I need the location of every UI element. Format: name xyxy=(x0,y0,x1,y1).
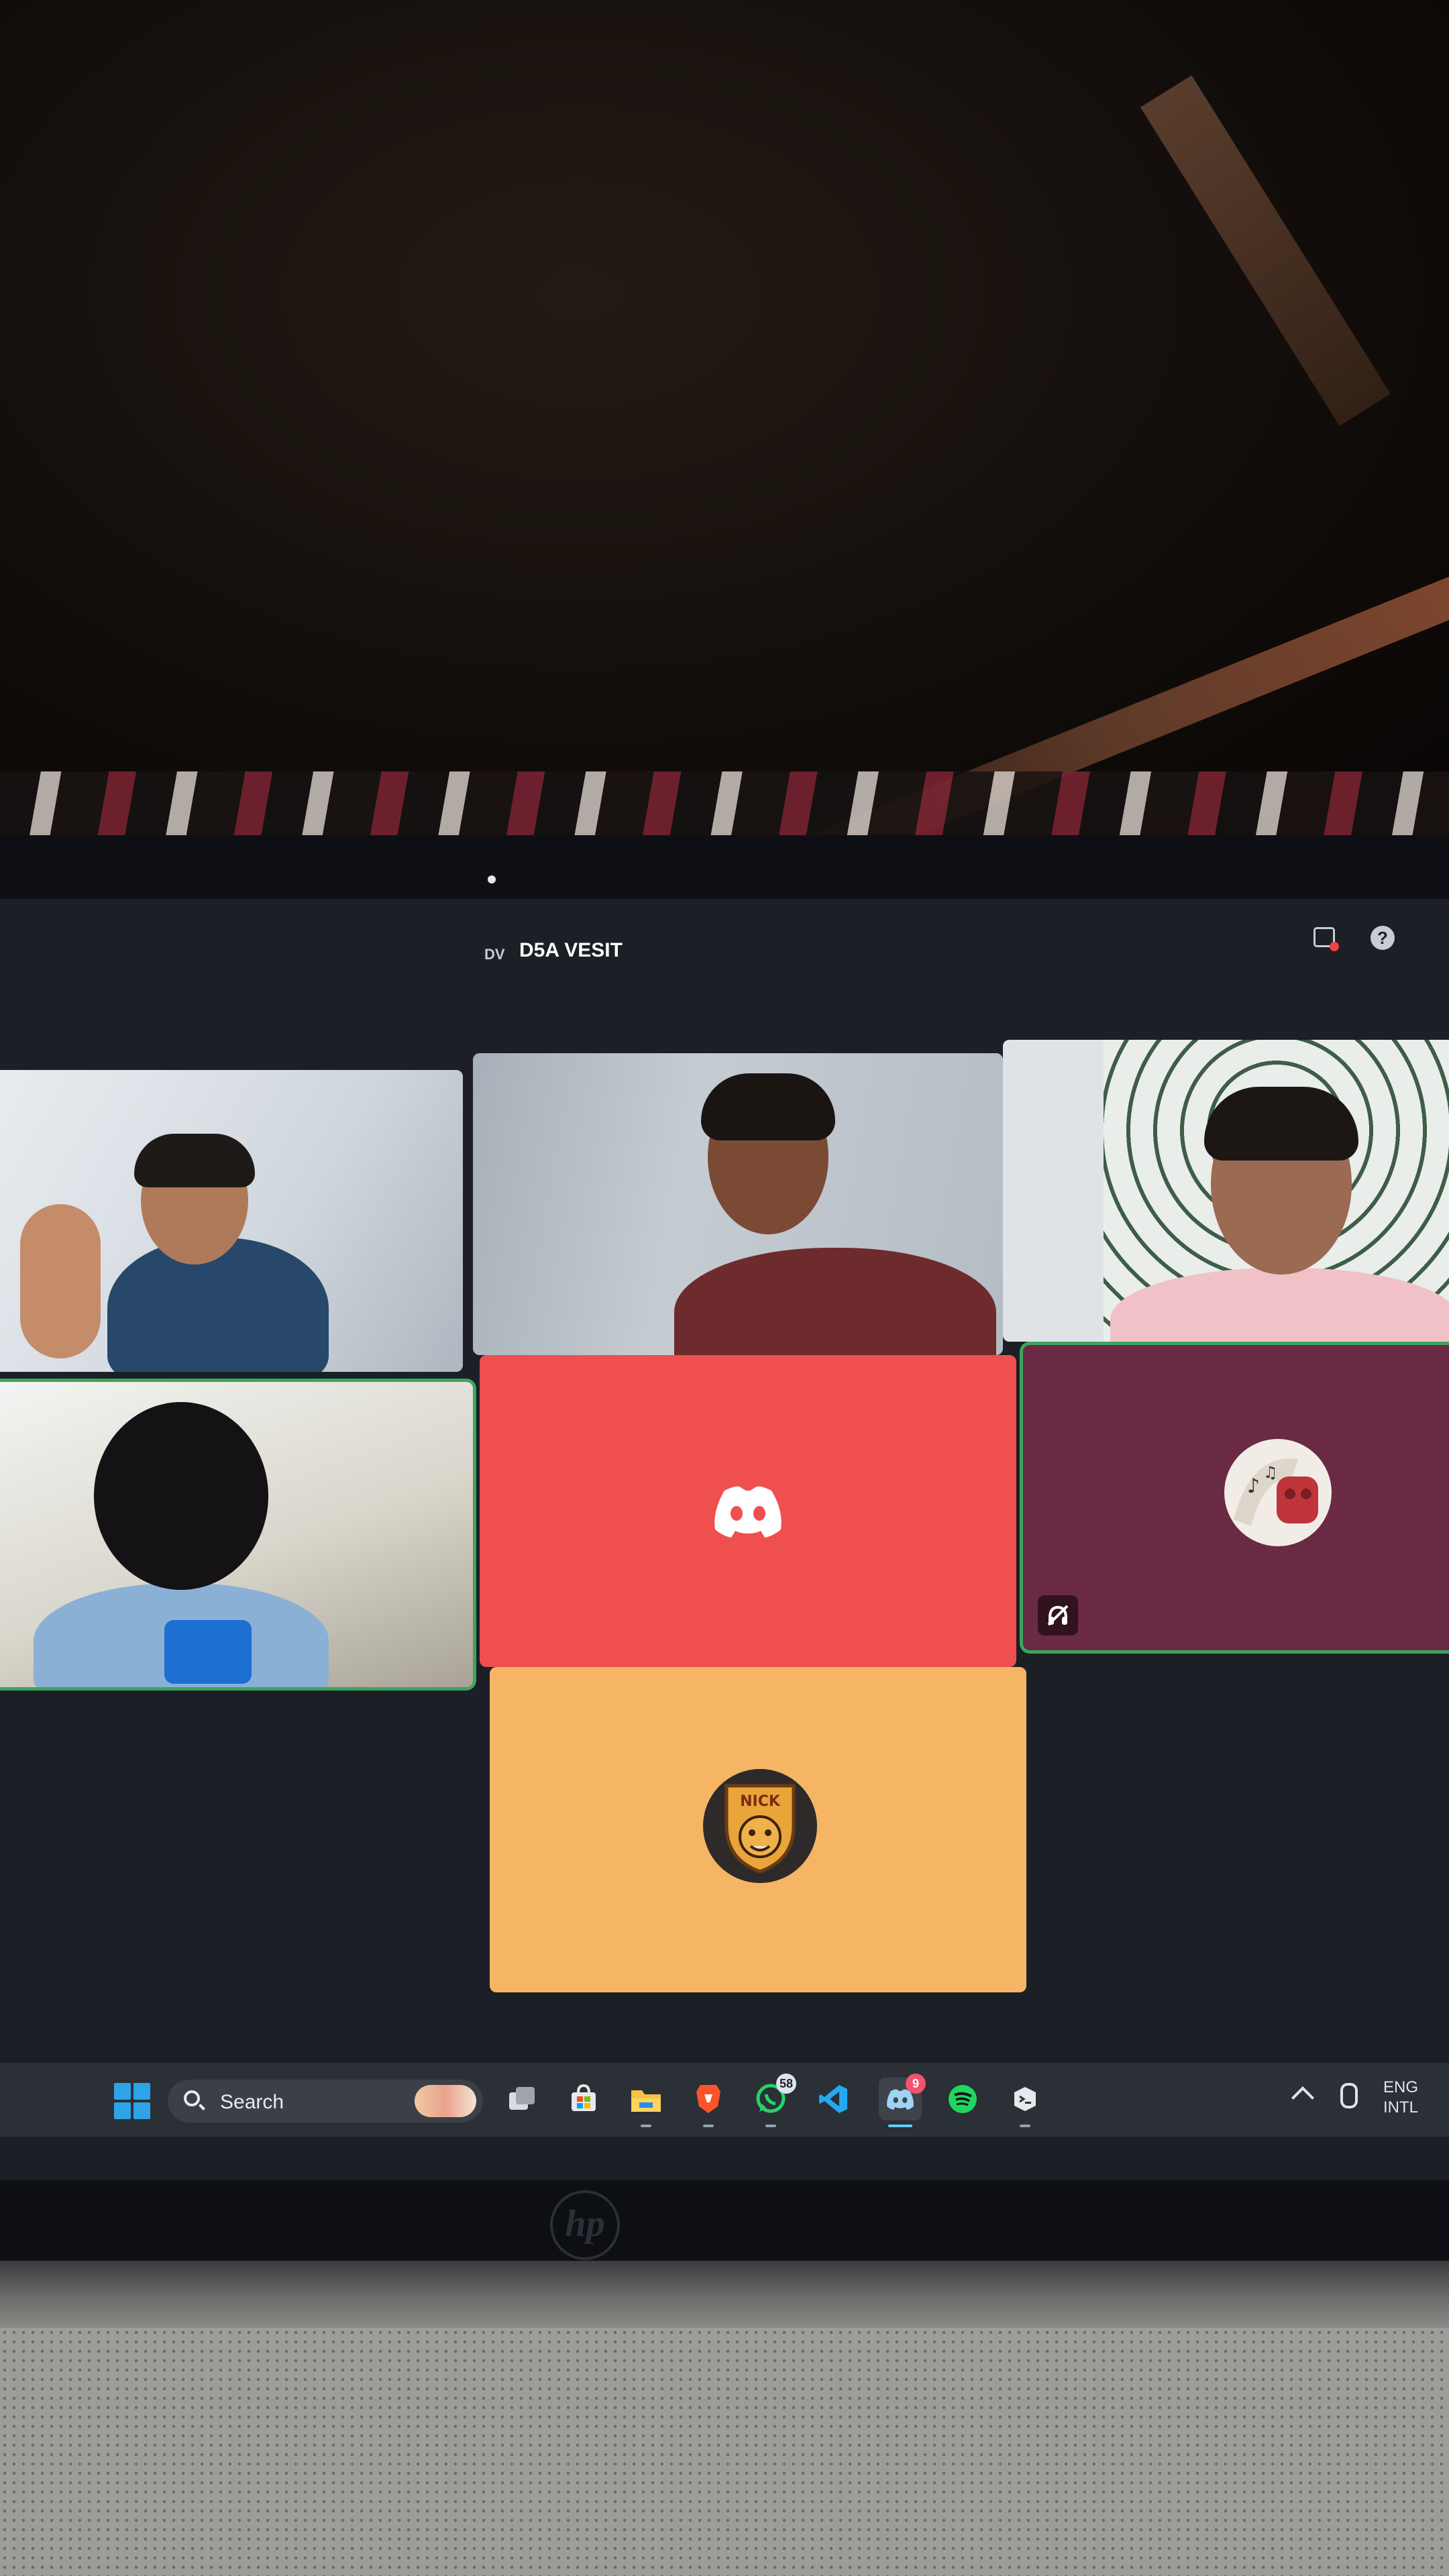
deafened-indicator xyxy=(1038,1595,1078,1635)
participant-hair xyxy=(134,1134,255,1187)
windows-start-icon[interactable] xyxy=(114,2083,150,2119)
discord-app-icon[interactable]: 9 xyxy=(879,2074,926,2127)
running-indicator xyxy=(1020,2125,1030,2127)
phone-in-hand xyxy=(164,1620,252,1684)
running-indicator xyxy=(765,2125,776,2127)
language-code: ENG xyxy=(1383,2078,1419,2096)
input-language-indicator[interactable]: ENG INTL xyxy=(1383,2078,1418,2118)
taskbar-search[interactable]: Search xyxy=(168,2080,483,2123)
discord-call-window: DV D5A VESIT ? ♪ ♫ NICK Search 58 9 ENG … xyxy=(0,899,1449,2180)
background-plank xyxy=(1140,75,1391,426)
running-indicator xyxy=(703,2125,714,2127)
brave-browser-icon[interactable] xyxy=(687,2078,730,2127)
discord-logo-icon xyxy=(714,1486,782,1538)
svg-text:♪: ♪ xyxy=(1247,1474,1260,1498)
server-badge: DV xyxy=(484,946,505,963)
laptop-speaker-grille xyxy=(0,2328,1449,2576)
music-avatar-art: ♪ ♫ xyxy=(1234,1458,1318,1526)
webcam-light xyxy=(488,875,496,883)
running-indicator xyxy=(888,2125,912,2127)
tiger-avatar-icon: NICK xyxy=(703,1769,817,1883)
svg-text:♫: ♫ xyxy=(1263,1463,1278,1482)
microsoft-store-icon[interactable] xyxy=(562,2078,605,2121)
unread-badge: 9 xyxy=(906,2074,926,2094)
whatsapp-icon[interactable]: 58 xyxy=(749,2074,796,2127)
music-avatar-icon: ♪ ♫ xyxy=(1224,1439,1332,1546)
start-icon-pane xyxy=(133,2083,150,2100)
background-room xyxy=(0,0,1449,888)
participant-tile-avatar-music[interactable]: ♪ ♫ xyxy=(1023,1345,1449,1650)
server-name: D5A VESIT xyxy=(519,939,623,961)
camera-feed-wall xyxy=(1003,1040,1104,1342)
help-icon[interactable]: ? xyxy=(1371,926,1395,950)
microphone-icon[interactable] xyxy=(1340,2083,1358,2108)
participant-tile-camera-2[interactable] xyxy=(473,1053,1003,1355)
search-highlight-image xyxy=(415,2085,476,2117)
participant-tile-camera-1[interactable] xyxy=(0,1070,463,1372)
start-icon-pane xyxy=(114,2083,131,2100)
participant-tile-camera-3[interactable] xyxy=(1003,1040,1449,1342)
participant-hair xyxy=(701,1073,835,1140)
search-label: Search xyxy=(220,2091,284,2113)
vs-code-icon[interactable] xyxy=(812,2078,855,2121)
laptop-hinge xyxy=(0,2261,1449,2328)
tiger-shield-icon: NICK xyxy=(724,1784,796,1873)
avatar-text: NICK xyxy=(740,1793,781,1810)
call-header: DV D5A VESIT ? xyxy=(0,899,1449,966)
deafened-icon xyxy=(1047,1605,1069,1626)
participant-hand xyxy=(20,1204,101,1358)
start-icon-pane xyxy=(114,2102,131,2119)
activity-icon[interactable] xyxy=(1313,927,1339,951)
participant-tile-avatar-discord[interactable] xyxy=(480,1355,1016,1667)
notification-dot xyxy=(1330,942,1339,951)
participant-hair xyxy=(1204,1087,1358,1161)
windows-taskbar: Search 58 9 ENG INTL xyxy=(0,2063,1449,2137)
file-explorer-icon[interactable] xyxy=(625,2078,667,2127)
show-hidden-icons-chevron-icon[interactable] xyxy=(1291,2086,1314,2109)
spotify-icon[interactable] xyxy=(941,2078,984,2121)
keyboard-layout: INTL xyxy=(1383,2098,1419,2116)
task-view-icon[interactable] xyxy=(500,2078,543,2121)
start-icon-pane xyxy=(133,2102,150,2119)
running-indicator xyxy=(641,2125,651,2127)
participant-tile-camera-4[interactable] xyxy=(0,1382,473,1687)
participant-tile-avatar-nick[interactable]: NICK xyxy=(490,1667,1026,1992)
participant-hair xyxy=(94,1402,268,1590)
search-icon xyxy=(184,2090,200,2106)
unread-badge: 58 xyxy=(775,2074,796,2094)
hp-logo-icon: hp xyxy=(550,2190,620,2260)
terminal-icon[interactable] xyxy=(1004,2078,1046,2127)
